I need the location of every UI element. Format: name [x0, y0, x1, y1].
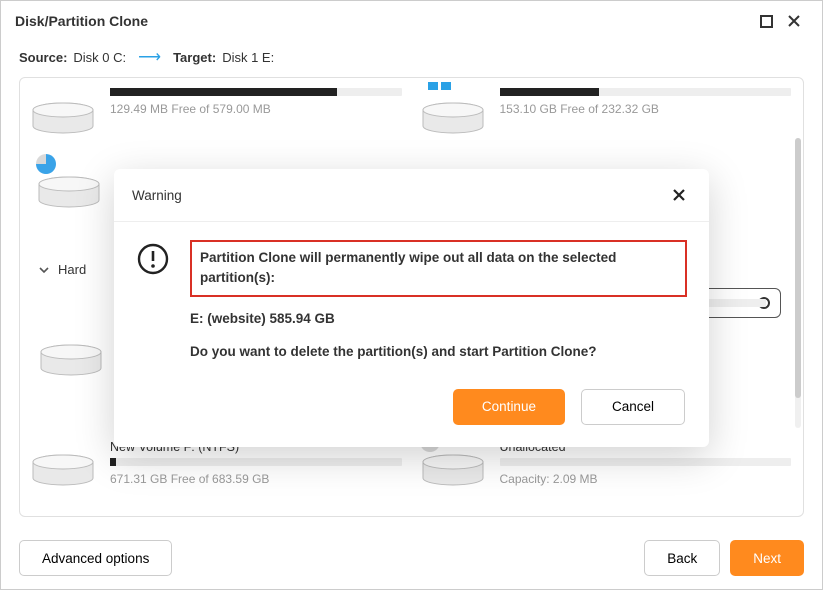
usage-bar — [500, 458, 792, 466]
pie-icon — [36, 154, 56, 174]
disk-icon — [38, 160, 102, 208]
dialog-header: Warning — [114, 169, 709, 222]
source-label: Source: — [19, 50, 67, 65]
window: Disk/Partition Clone Source: Disk 0 C: ⟶… — [0, 0, 823, 590]
target-label: Target: — [173, 50, 216, 65]
footer: Advanced options Back Next — [1, 527, 822, 589]
back-button[interactable]: Back — [644, 540, 720, 576]
source-value: Disk 0 C: — [73, 50, 126, 65]
close-button[interactable] — [780, 7, 808, 35]
scrollbar-thumb[interactable] — [795, 138, 801, 398]
disk-icon — [40, 328, 104, 376]
disk-icon — [32, 438, 96, 486]
usage-bar — [500, 88, 792, 96]
free-text: 671.31 GB Free of 683.59 GB — [110, 472, 402, 486]
disk-row-1: 129.49 MB Free of 579.00 MB 153.10 GB Fr… — [32, 86, 791, 134]
continue-button[interactable]: Continue — [453, 389, 565, 425]
free-text: 129.49 MB Free of 579.00 MB — [110, 102, 402, 116]
partition-card[interactable]: 129.49 MB Free of 579.00 MB — [32, 86, 402, 134]
partition-card[interactable]: 153.10 GB Free of 232.32 GB — [422, 86, 792, 134]
disk-icon — [32, 86, 96, 134]
target-value: Disk 1 E: — [222, 50, 274, 65]
dialog-close-button[interactable] — [667, 183, 691, 207]
next-button[interactable]: Next — [730, 540, 804, 576]
expand-label: Hard — [58, 262, 86, 277]
free-text: 153.10 GB Free of 232.32 GB — [500, 102, 792, 116]
cancel-button[interactable]: Cancel — [581, 389, 685, 425]
source-target-row: Source: Disk 0 C: ⟶ Target: Disk 1 E: — [1, 41, 822, 77]
confirm-question: Do you want to delete the partition(s) a… — [190, 344, 687, 359]
partition-line: E: (website) 585.94 GB — [190, 311, 687, 326]
arrow-icon: ⟶ — [138, 47, 161, 67]
maximize-button[interactable] — [752, 7, 780, 35]
warning-highlight: Partition Clone will permanently wipe ou… — [190, 240, 687, 297]
dialog-title: Warning — [132, 188, 667, 203]
free-text: Capacity: 2.09 MB — [500, 472, 792, 486]
usage-bar — [110, 88, 402, 96]
window-title: Disk/Partition Clone — [15, 13, 752, 29]
warning-icon — [136, 242, 170, 276]
warning-dialog: Warning Partition Clone will permanently… — [114, 169, 709, 447]
titlebar: Disk/Partition Clone — [1, 1, 822, 41]
chevron-down-icon — [38, 264, 50, 276]
usage-bar — [110, 458, 402, 466]
disk-icon — [422, 86, 486, 134]
advanced-options-button[interactable]: Advanced options — [19, 540, 172, 576]
